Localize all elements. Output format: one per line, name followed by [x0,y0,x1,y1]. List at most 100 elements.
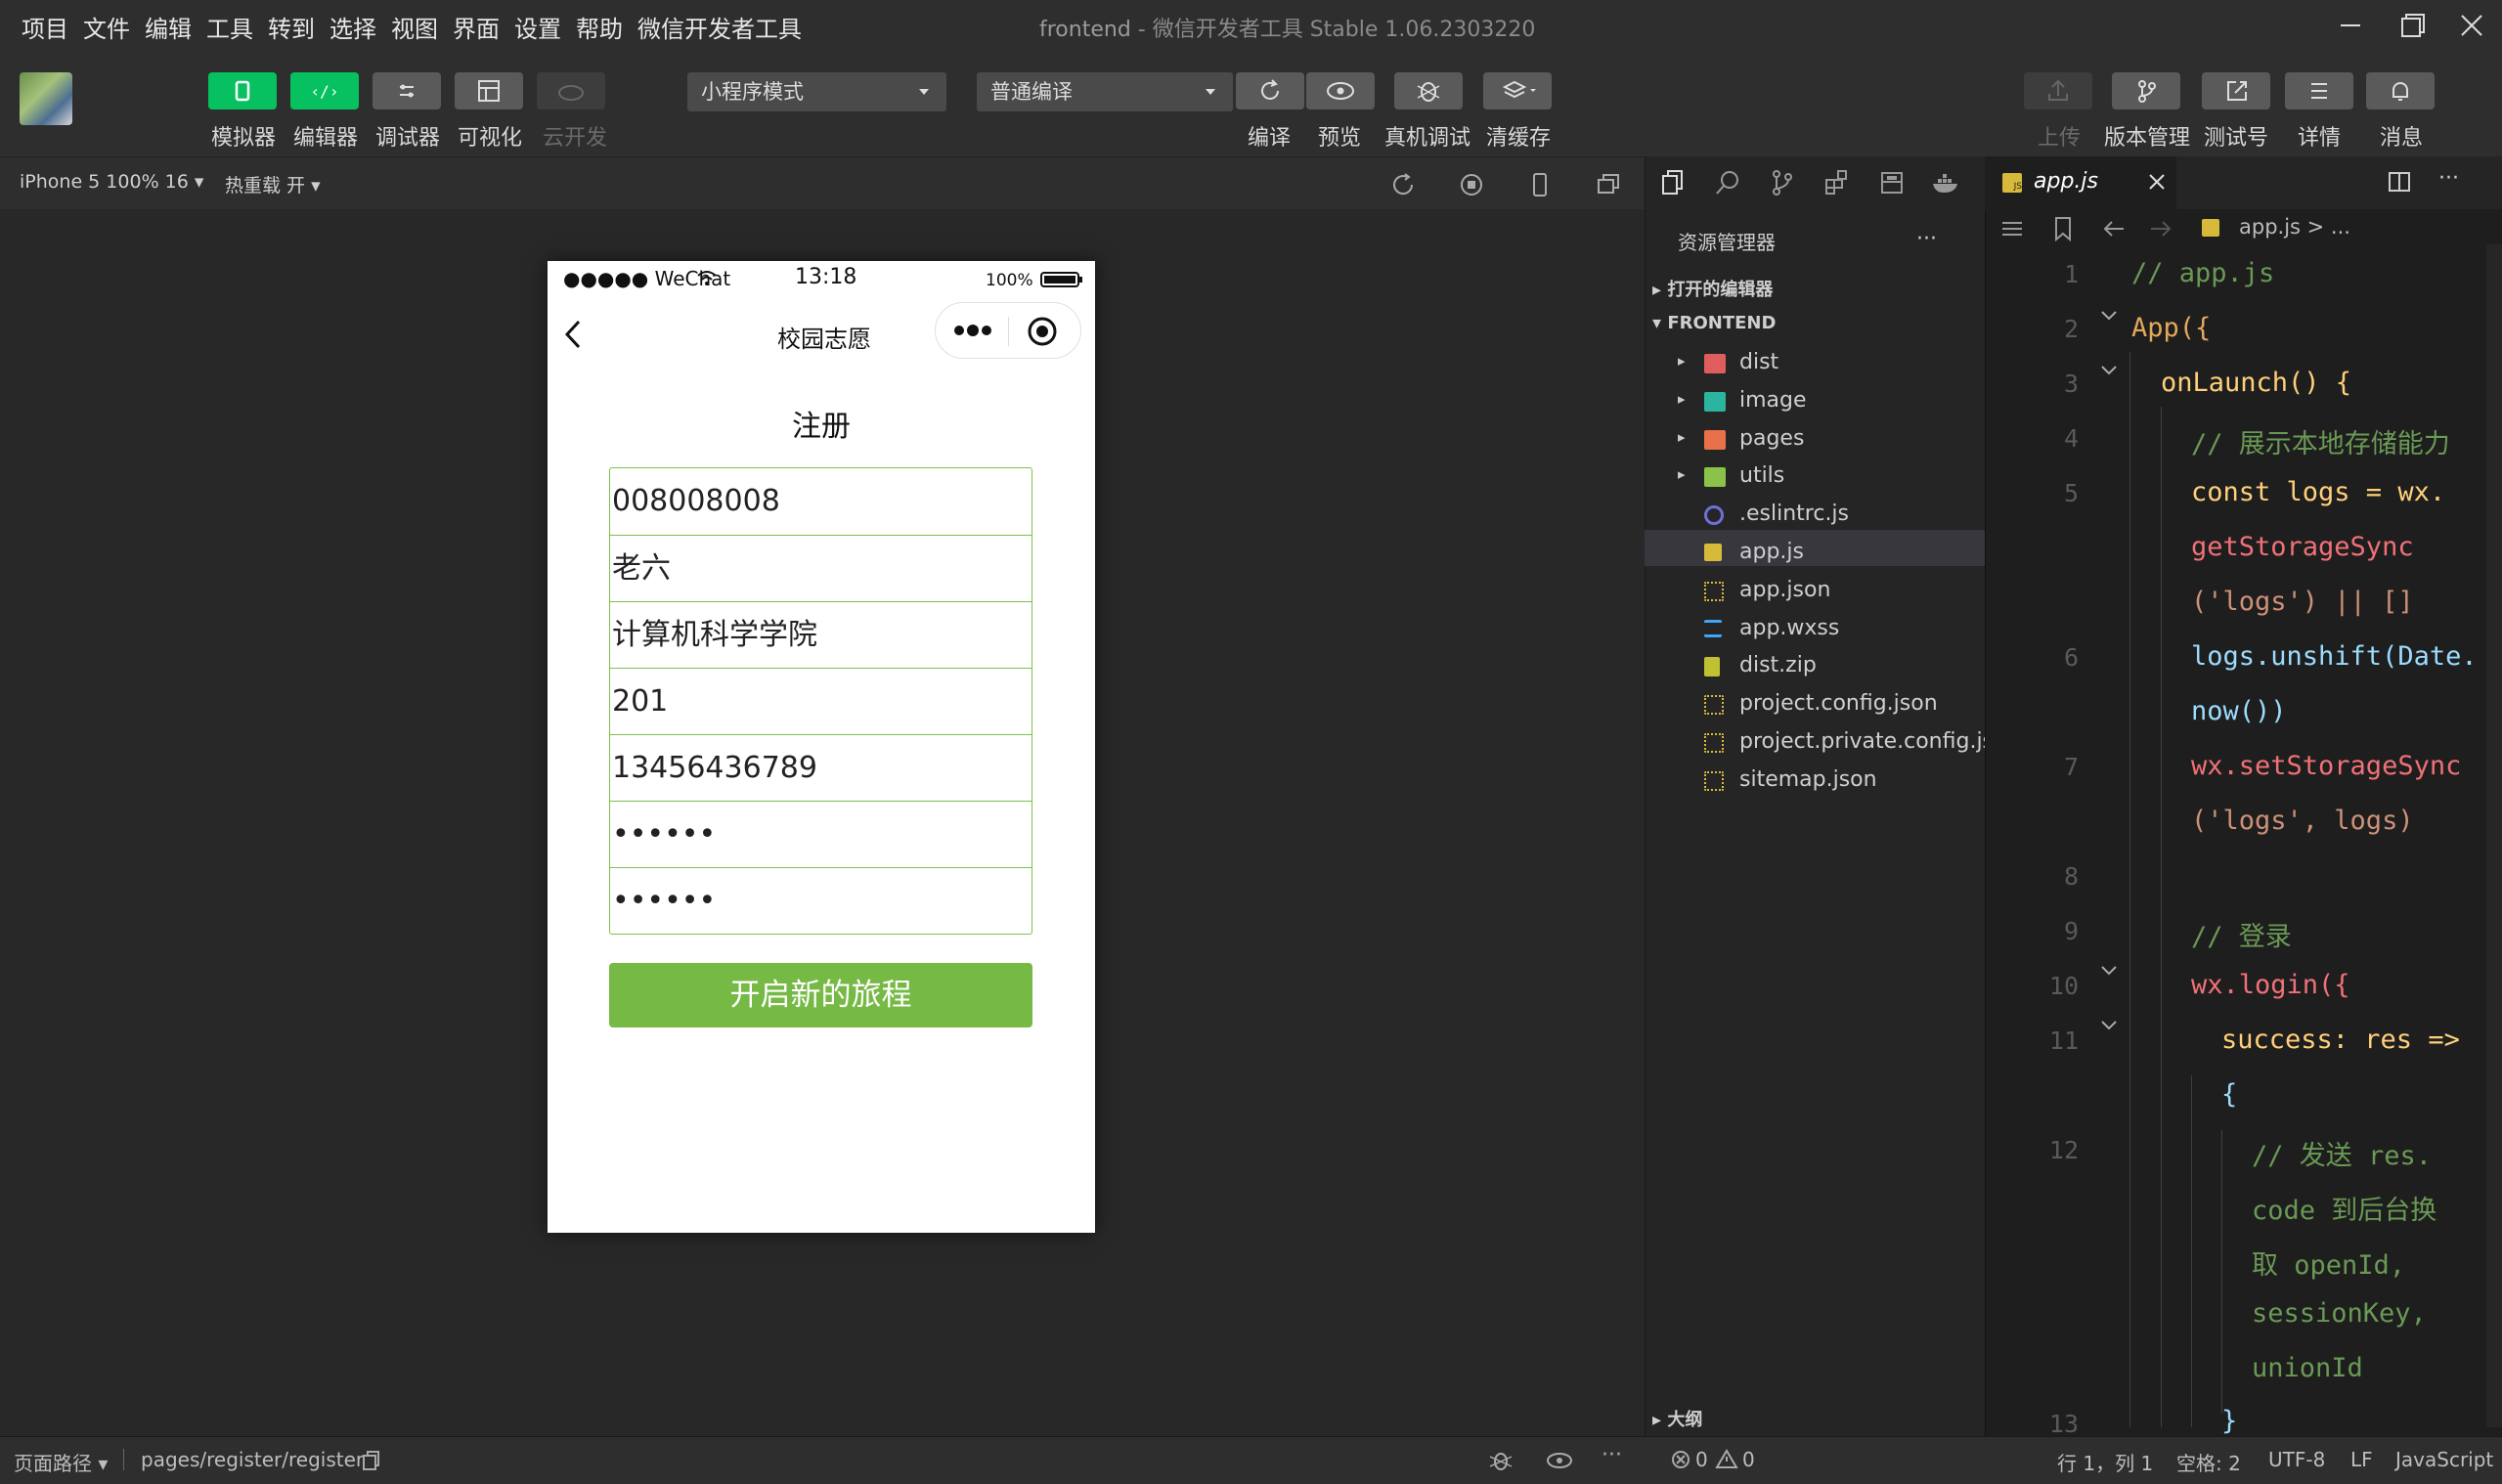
maximize-icon[interactable] [2392,8,2431,43]
confirm-password-input[interactable]: •••••• [610,867,1032,933]
phone-icon[interactable] [1525,170,1555,199]
chevron-right-icon[interactable]: ▸ [1678,352,1686,370]
warning-count[interactable]: 0 [1742,1448,1755,1471]
docker-icon[interactable] [1930,168,1963,197]
compile-button[interactable] [1236,72,1304,109]
back-arrow-icon[interactable] [2100,217,2128,240]
chevron-right-icon[interactable]: ▸ [1678,428,1686,446]
editor-scrollbar[interactable] [2486,244,2502,1427]
student-id-input[interactable]: 008008008 [610,468,1032,534]
outline-section[interactable]: ▸ 大纲 [1652,1406,1702,1431]
chevron-right-icon[interactable]: ▸ [1678,465,1686,483]
breadcrumb[interactable]: app.js > ... [2239,215,2350,239]
bookmark-icon[interactable] [2051,215,2075,242]
submit-button[interactable]: 开启新的旅程 [609,963,1032,1027]
indent-setting[interactable]: 空格: 2 [2176,1448,2241,1476]
extensions-icon[interactable] [1822,168,1852,197]
test-account-button[interactable] [2202,72,2270,109]
menu-wechat-devtools[interactable]: 微信开发者工具 [637,10,802,44]
menu-project[interactable]: 项目 [22,10,68,44]
file-item[interactable]: sitemap.json [1739,767,1877,792]
fold-chevron-icon[interactable] [2098,307,2120,325]
debugger-button[interactable] [373,72,441,109]
upload-button[interactable] [2024,72,2092,109]
dorm-input[interactable]: 201 [610,668,1032,733]
menu-view[interactable]: 视图 [391,10,438,44]
search-icon[interactable] [1713,168,1742,197]
visual-button[interactable] [455,72,523,109]
close-miniprogram-icon[interactable] [1026,315,1059,348]
open-editors-section[interactable]: ▸ 打开的编辑器 [1652,276,1773,301]
close-tab-icon[interactable] [2147,170,2167,194]
name-input[interactable]: 老六 [610,535,1032,600]
status-more-icon[interactable]: ··· [1602,1443,1622,1467]
mode-select[interactable]: 小程序模式 [687,72,946,111]
device-select[interactable]: iPhone 5 100% 16 ▾ [20,171,203,193]
details-button[interactable] [2285,72,2353,109]
hot-reload-select[interactable]: 热重载 开 ▾ [225,171,321,197]
encoding[interactable]: UTF-8 [2268,1448,2325,1471]
file-item[interactable]: project.private.config.js... [1739,729,2014,754]
cursor-position[interactable]: 行 1，列 1 [2057,1448,2153,1476]
version-button[interactable] [2112,72,2180,109]
file-item[interactable]: app.wxss [1739,616,1839,640]
fold-chevron-icon[interactable] [2098,362,2120,379]
copy-icon[interactable] [358,1449,381,1472]
close-window-icon[interactable] [2452,8,2491,43]
tab-app-js[interactable]: JS app.js [1985,156,2176,211]
stop-icon[interactable] [1457,170,1486,199]
college-input[interactable]: 计算机科学学院 [610,601,1032,667]
menu-interface[interactable]: 界面 [453,10,500,44]
file-item[interactable]: app.js [1739,540,1804,564]
menu-tools[interactable]: 工具 [206,10,253,44]
file-item[interactable]: .eslintrc.js [1739,502,1849,526]
forward-arrow-icon[interactable] [2147,217,2174,240]
real-debug-button[interactable] [1394,72,1463,109]
chevron-right-icon[interactable]: ▸ [1678,390,1686,408]
simulator-button[interactable] [208,72,277,109]
minimize-icon[interactable] [2331,8,2370,43]
back-icon[interactable] [561,318,585,351]
error-count[interactable]: 0 [1695,1448,1708,1471]
menu-settings[interactable]: 设置 [514,10,561,44]
menu-goto[interactable]: 转到 [268,10,315,44]
bug-icon[interactable] [1486,1447,1515,1474]
file-item[interactable]: dist.zip [1739,653,1817,677]
rotate-icon[interactable] [1388,170,1418,199]
menu-edit[interactable]: 编辑 [145,10,192,44]
menu-select[interactable]: 选择 [329,10,376,44]
more-icon[interactable] [949,319,996,342]
page-path-select[interactable]: 页面路径 ▾ [14,1448,108,1476]
file-item[interactable]: project.config.json [1739,691,1938,716]
clear-cache-button[interactable] [1483,72,1552,109]
more-actions-icon[interactable]: ··· [1916,227,1937,251]
compile-mode-select[interactable]: 普通编译 [977,72,1233,111]
eye-icon[interactable] [1545,1449,1574,1472]
detach-window-icon[interactable] [1594,170,1623,199]
folder-item[interactable]: utils [1739,463,1784,488]
fold-chevron-icon[interactable] [2098,962,2120,980]
password-input[interactable]: •••••• [610,801,1032,866]
messages-button[interactable] [2366,72,2435,109]
folder-item[interactable]: image [1739,388,1807,413]
preview-button[interactable] [1306,72,1375,109]
line-ending[interactable]: LF [2350,1448,2373,1471]
phone-input[interactable]: 13456436789 [610,734,1032,800]
split-editor-icon[interactable] [2386,168,2413,196]
cloud-button[interactable] [537,72,605,109]
menu-help[interactable]: 帮助 [576,10,623,44]
editor-button[interactable]: ‹/› [290,72,359,109]
folder-item[interactable]: pages [1739,426,1804,451]
list-icon[interactable] [1998,217,2026,240]
storage-icon[interactable] [1877,168,1907,197]
language-mode[interactable]: JavaScript [2395,1448,2493,1471]
file-item[interactable]: app.json [1739,578,1830,602]
files-icon[interactable] [1658,168,1688,197]
editor-more-icon[interactable]: ··· [2438,166,2459,191]
source-control-icon[interactable] [1768,168,1797,197]
avatar[interactable] [20,72,72,125]
menu-file[interactable]: 文件 [83,10,130,44]
project-section[interactable]: ▾ FRONTEND [1652,313,1776,333]
folder-item[interactable]: dist [1739,350,1778,374]
fold-chevron-icon[interactable] [2098,1017,2120,1034]
